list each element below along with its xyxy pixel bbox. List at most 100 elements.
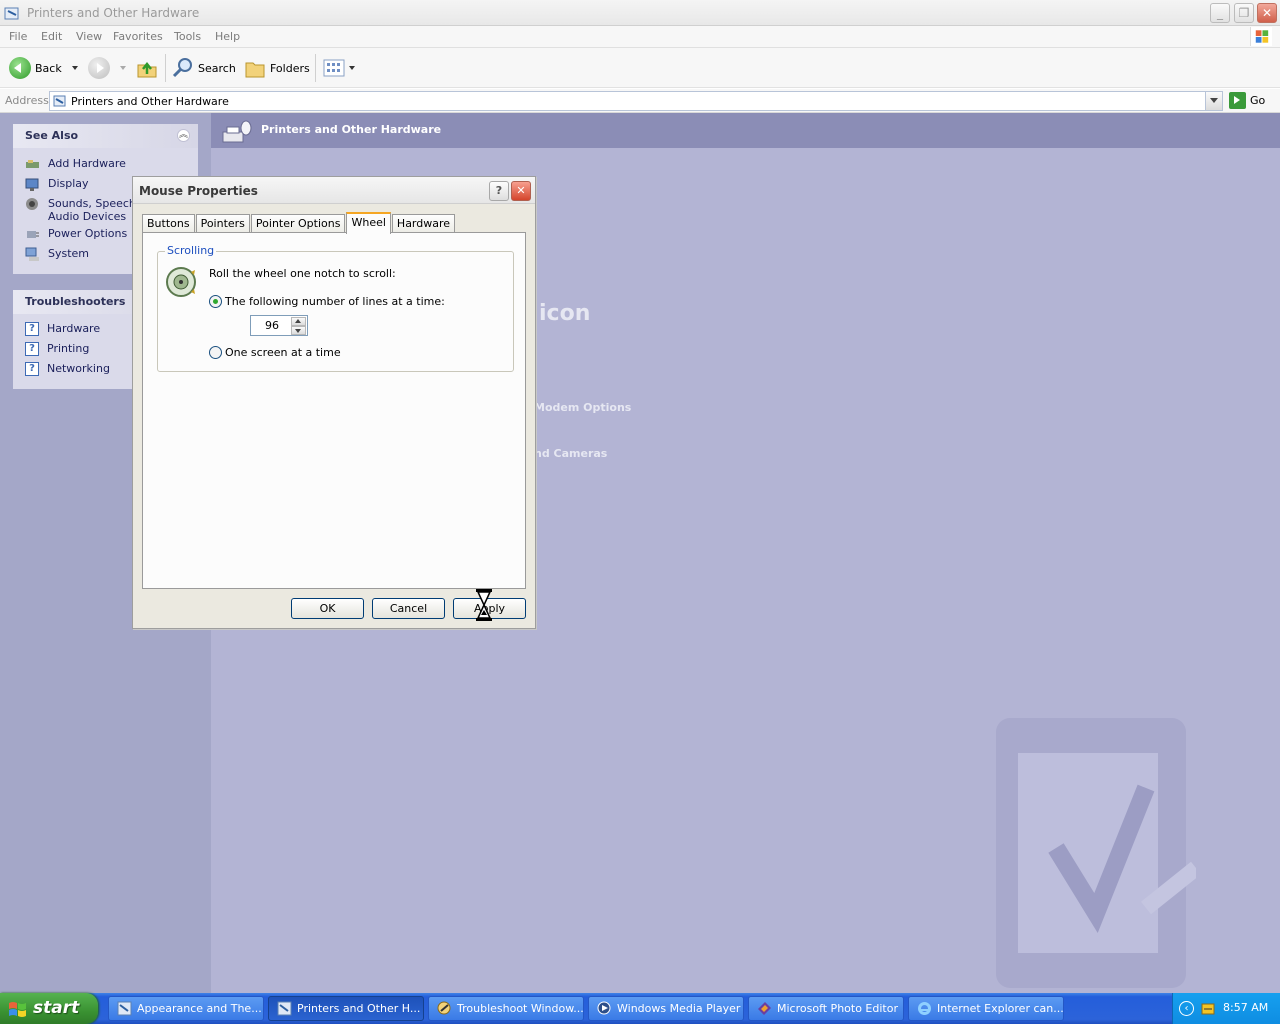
minimize-button[interactable]: _ xyxy=(1210,3,1230,23)
see-also-sounds[interactable]: Sounds, Speech, Audio Devices xyxy=(25,197,145,223)
up-folder-button[interactable] xyxy=(136,56,158,80)
see-also-system[interactable]: System xyxy=(25,247,89,262)
see-also-display[interactable]: Display xyxy=(25,177,89,192)
views-button[interactable] xyxy=(323,56,355,80)
computer-icon xyxy=(25,247,39,261)
dialog-close-button[interactable]: ✕ xyxy=(511,181,531,201)
forward-button[interactable] xyxy=(88,56,126,80)
hardware-icon xyxy=(26,160,39,168)
speaker-icon xyxy=(26,198,38,210)
menu-view[interactable]: View xyxy=(76,30,102,43)
folders-button[interactable]: Folders xyxy=(244,56,310,80)
chevron-down-icon[interactable] xyxy=(349,66,355,73)
power-icon xyxy=(27,231,39,238)
screen-option-label[interactable]: One screen at a time xyxy=(225,346,341,359)
spinner-down-icon[interactable] xyxy=(291,326,306,335)
menu-favorites[interactable]: Favorites xyxy=(113,30,163,43)
window-title: Printers and Other Hardware xyxy=(27,6,200,20)
folders-label: Folders xyxy=(270,61,310,75)
category-title: Printers and Other Hardware xyxy=(261,123,442,136)
help-icon: ? xyxy=(25,342,39,356)
see-also-item-label: System xyxy=(48,247,90,260)
windows-flag-icon xyxy=(9,1002,26,1017)
search-button[interactable]: Search xyxy=(172,56,236,80)
window-titlebar[interactable]: Printers and Other Hardware _ ❐ ✕ xyxy=(0,0,1280,26)
control-panel-icon xyxy=(277,1001,292,1016)
pick-task-heading: icon xyxy=(539,301,591,326)
close-icon: ✕ xyxy=(1261,6,1273,20)
troubleshooter-printing[interactable]: ? Printing xyxy=(25,342,89,356)
screen-radio[interactable] xyxy=(209,346,222,359)
toolbar-separator xyxy=(165,54,166,82)
maximize-button[interactable]: ❐ xyxy=(1234,3,1254,23)
help-icon: ? xyxy=(25,322,39,336)
tab-wheel[interactable]: Wheel xyxy=(346,212,391,234)
taskbar-item-troubleshoot[interactable]: Troubleshoot Window... xyxy=(428,996,584,1021)
address-input[interactable]: Printers and Other Hardware xyxy=(49,91,1223,111)
lines-spinner[interactable]: 96 xyxy=(250,315,308,336)
menu-file[interactable]: File xyxy=(9,30,27,43)
go-arrow-icon xyxy=(1229,92,1246,109)
dialog-titlebar[interactable]: Mouse Properties ? ✕ xyxy=(133,177,535,204)
troubleshooter-label: Printing xyxy=(47,342,90,355)
up-folder-icon xyxy=(137,61,157,78)
tab-hardware[interactable]: Hardware xyxy=(391,214,456,233)
taskbar-item-printers[interactable]: Printers and Other H... xyxy=(268,996,424,1021)
spinner-up-icon[interactable] xyxy=(291,317,306,326)
clock[interactable]: 8:57 AM xyxy=(1223,1001,1268,1014)
forward-arrow-icon xyxy=(88,57,110,79)
troubleshooter-label: Networking xyxy=(47,362,110,375)
see-also-add-hardware[interactable]: Add Hardware xyxy=(25,157,126,172)
tab-strip: Buttons Pointers Pointer Options Wheel H… xyxy=(142,211,456,234)
taskbar-item-label: Printers and Other H... xyxy=(297,1002,421,1015)
dialog-title: Mouse Properties xyxy=(139,184,258,198)
back-button[interactable]: Back xyxy=(9,56,78,80)
taskbar-item-photo-editor[interactable]: Microsoft Photo Editor xyxy=(748,996,904,1021)
scroll-instruction: Roll the wheel one notch to scroll: xyxy=(209,267,396,280)
internet-explorer-icon xyxy=(918,1002,931,1015)
taskbar-item-appearance[interactable]: Appearance and The... xyxy=(108,996,264,1021)
display-icon xyxy=(25,178,39,191)
maximize-icon: ❐ xyxy=(1238,6,1250,20)
taskbar-item-internet-explorer[interactable]: Internet Explorer can... xyxy=(908,996,1064,1021)
toolbar-separator xyxy=(315,54,316,82)
control-panel-link-cameras[interactable]: nd Cameras xyxy=(534,447,607,460)
see-also-item-label: Display xyxy=(48,177,89,190)
show-hidden-icons-button[interactable]: ‹ xyxy=(1179,1001,1194,1016)
lines-option-label[interactable]: The following number of lines at a time: xyxy=(225,295,445,308)
menu-edit[interactable]: Edit xyxy=(41,30,62,43)
start-button[interactable]: start xyxy=(0,993,98,1024)
chevron-down-icon[interactable] xyxy=(120,66,126,73)
see-also-header[interactable]: See Also ︽ xyxy=(13,124,198,148)
help-center-icon xyxy=(437,1001,451,1015)
menu-tools[interactable]: Tools xyxy=(174,30,201,43)
wheel-tab-panel: Scrolling Roll the wheel one notch to sc… xyxy=(142,232,526,589)
tab-pointer-options[interactable]: Pointer Options xyxy=(250,214,346,233)
minimize-icon: _ xyxy=(1217,6,1223,20)
dialog-help-button[interactable]: ? xyxy=(489,181,509,201)
taskbar-item-label: Microsoft Photo Editor xyxy=(777,1002,898,1015)
cancel-button[interactable]: Cancel xyxy=(372,598,445,619)
troubleshooter-networking[interactable]: ? Networking xyxy=(25,362,110,376)
address-dropdown-button[interactable] xyxy=(1205,92,1222,110)
taskbar-item-media-player[interactable]: Windows Media Player xyxy=(588,996,744,1021)
folder-printer-icon xyxy=(53,95,66,107)
tab-pointers[interactable]: Pointers xyxy=(195,214,250,233)
lines-radio[interactable] xyxy=(209,295,222,308)
menu-help[interactable]: Help xyxy=(215,30,240,43)
troubleshooter-hardware[interactable]: ? Hardware xyxy=(25,322,100,336)
see-also-power-options[interactable]: Power Options xyxy=(25,227,127,242)
go-button[interactable]: Go xyxy=(1229,92,1265,109)
category-watermark-icon xyxy=(996,718,1196,988)
folder-printer-icon xyxy=(4,7,19,20)
close-button[interactable]: ✕ xyxy=(1257,3,1277,23)
tab-buttons[interactable]: Buttons xyxy=(142,214,195,233)
control-panel-link-modem[interactable]: Modem Options xyxy=(534,401,631,414)
category-header: Printers and Other Hardware xyxy=(211,113,1280,148)
chevron-down-icon[interactable] xyxy=(71,66,78,73)
ok-button[interactable]: OK xyxy=(291,598,364,619)
help-icon: ? xyxy=(25,362,39,376)
taskbar-item-label: Windows Media Player xyxy=(617,1002,741,1015)
tray-app-icon[interactable] xyxy=(1200,1001,1216,1017)
collapse-icon[interactable]: ︽ xyxy=(177,129,190,142)
